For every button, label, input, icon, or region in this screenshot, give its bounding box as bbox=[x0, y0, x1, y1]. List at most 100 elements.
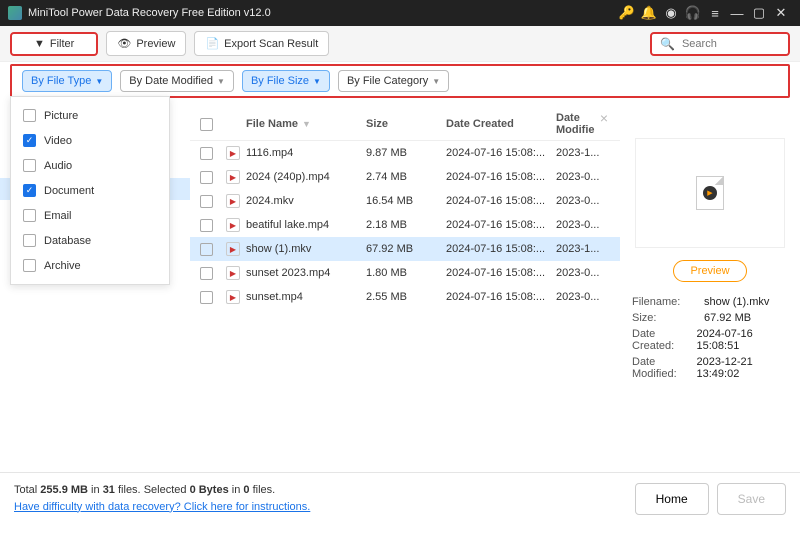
filter-by-size-label: By File Size bbox=[251, 75, 309, 87]
headset-icon[interactable]: 🎧 bbox=[682, 5, 704, 21]
meta-value: 2023-12-21 13:49:02 bbox=[697, 356, 789, 380]
cell-name: sunset 2023.mp4 bbox=[246, 267, 366, 279]
cell-size: 16.54 MB bbox=[366, 195, 446, 207]
checkbox[interactable]: ✓ bbox=[23, 184, 36, 197]
export-icon: 📄 bbox=[205, 37, 219, 50]
meta-row: Size:67.92 MB bbox=[632, 312, 788, 324]
row-checkbox[interactable] bbox=[200, 291, 213, 304]
row-checkbox[interactable] bbox=[200, 171, 213, 184]
sort-icon: ▼ bbox=[302, 119, 311, 129]
dropdown-label: Archive bbox=[44, 260, 81, 272]
cell-size: 2.18 MB bbox=[366, 219, 446, 231]
cell-modified: 2023-0... bbox=[556, 291, 606, 303]
checkbox[interactable] bbox=[23, 209, 36, 222]
meta-value: show (1).mkv bbox=[704, 296, 769, 308]
filter-by-date[interactable]: By Date Modified▼ bbox=[120, 70, 234, 92]
cell-created: 2024-07-16 15:08:... bbox=[446, 195, 556, 207]
file-type-dropdown[interactable]: Picture✓VideoAudio ✓ Document Email Database… bbox=[10, 96, 170, 285]
meta-key: Size: bbox=[632, 312, 704, 324]
maximize-icon[interactable]: ▢ bbox=[748, 5, 770, 21]
save-button[interactable]: Save bbox=[717, 483, 786, 515]
cell-created: 2024-07-16 15:08:... bbox=[446, 291, 556, 303]
checkbox[interactable] bbox=[23, 259, 36, 272]
user-icon[interactable]: ◉ bbox=[660, 5, 682, 21]
filter-by-category[interactable]: By File Category▼ bbox=[338, 70, 449, 92]
dropdown-item[interactable]: Email bbox=[11, 203, 169, 228]
video-file-icon: ▶ bbox=[226, 146, 240, 160]
bell-icon[interactable]: 🔔 bbox=[638, 5, 660, 21]
checkbox[interactable] bbox=[23, 109, 36, 122]
video-file-icon: ▶ bbox=[226, 242, 240, 256]
play-icon: ▶ bbox=[703, 186, 717, 200]
cell-modified: 2023-0... bbox=[556, 267, 606, 279]
checkbox[interactable] bbox=[23, 234, 36, 247]
export-button[interactable]: 📄 Export Scan Result bbox=[194, 31, 329, 56]
dropdown-item[interactable]: Database bbox=[11, 228, 169, 253]
cell-size: 2.55 MB bbox=[366, 291, 446, 303]
checkbox[interactable]: ✓ bbox=[23, 134, 36, 147]
table-row[interactable]: ▶ sunset 2023.mp4 1.80 MB 2024-07-16 15:… bbox=[190, 261, 620, 285]
cell-created: 2024-07-16 15:08:... bbox=[446, 171, 556, 183]
row-checkbox[interactable] bbox=[200, 243, 213, 256]
close-panel-icon[interactable]: × bbox=[600, 110, 608, 126]
totals-text: Total 255.9 MB in 31 files. Selected 0 B… bbox=[14, 482, 310, 499]
filter-button[interactable]: ▼ Filter bbox=[10, 32, 98, 56]
help-link[interactable]: Have difficulty with data recovery? Clic… bbox=[14, 501, 310, 513]
dropdown-item[interactable]: Archive bbox=[11, 253, 169, 278]
table-header: File Name ▼ Size Date Created Date Modifi… bbox=[190, 108, 620, 141]
close-icon[interactable]: ✕ bbox=[770, 5, 792, 21]
filter-bar: By File Type▼ By Date Modified▼ By File … bbox=[10, 64, 790, 98]
col-name[interactable]: File Name bbox=[246, 118, 298, 130]
filter-by-category-label: By File Category bbox=[347, 75, 428, 87]
cell-size: 9.87 MB bbox=[366, 147, 446, 159]
col-modified[interactable]: Date Modifie bbox=[556, 112, 606, 136]
cell-created: 2024-07-16 15:08:... bbox=[446, 219, 556, 231]
table-row[interactable]: ▶ 2024 (240p).mp4 2.74 MB 2024-07-16 15:… bbox=[190, 165, 620, 189]
preview-file-button[interactable]: Preview bbox=[673, 260, 746, 282]
dropdown-label: Email bbox=[44, 210, 72, 222]
preview-button[interactable]: 👁 Preview bbox=[106, 31, 186, 56]
video-file-icon: ▶ bbox=[226, 194, 240, 208]
video-file-icon: ▶ bbox=[226, 218, 240, 232]
cell-size: 1.80 MB bbox=[366, 267, 446, 279]
dropdown-item[interactable]: ✓ Document bbox=[11, 178, 169, 203]
filter-label: Filter bbox=[50, 38, 74, 50]
table-row[interactable]: ▶ beatiful lake.mp4 2.18 MB 2024-07-16 1… bbox=[190, 213, 620, 237]
caret-icon: ▼ bbox=[217, 77, 225, 86]
cell-modified: 2023-1... bbox=[556, 243, 606, 255]
cell-name: 2024.mkv bbox=[246, 195, 366, 207]
row-checkbox[interactable] bbox=[200, 219, 213, 232]
checkbox[interactable] bbox=[23, 159, 36, 172]
cell-size: 2.74 MB bbox=[366, 171, 446, 183]
search-box[interactable]: 🔍 bbox=[650, 32, 790, 56]
minimize-icon[interactable]: — bbox=[726, 6, 748, 21]
row-checkbox[interactable] bbox=[200, 267, 213, 280]
cell-modified: 2023-0... bbox=[556, 195, 606, 207]
col-size[interactable]: Size bbox=[366, 118, 446, 130]
filter-by-type[interactable]: By File Type▼ bbox=[22, 70, 112, 92]
filter-by-type-label: By File Type bbox=[31, 75, 91, 87]
dropdown-item[interactable]: Audio bbox=[11, 153, 169, 178]
dropdown-label: Document bbox=[44, 185, 94, 197]
table-row[interactable]: ▶ 2024.mkv 16.54 MB 2024-07-16 15:08:...… bbox=[190, 189, 620, 213]
menu-icon[interactable]: ≡ bbox=[704, 6, 726, 21]
key-icon[interactable]: 🔑 bbox=[616, 5, 638, 21]
filter-by-size[interactable]: By File Size▼ bbox=[242, 70, 330, 92]
table-row[interactable]: ▶ sunset.mp4 2.55 MB 2024-07-16 15:08:..… bbox=[190, 285, 620, 309]
cell-modified: 2023-0... bbox=[556, 219, 606, 231]
row-checkbox[interactable] bbox=[200, 195, 213, 208]
cell-created: 2024-07-16 15:08:... bbox=[446, 243, 556, 255]
home-button[interactable]: Home bbox=[635, 483, 709, 515]
table-row[interactable]: ▶ show (1).mkv 67.92 MB 2024-07-16 15:08… bbox=[190, 237, 620, 261]
row-checkbox[interactable] bbox=[200, 147, 213, 160]
cell-created: 2024-07-16 15:08:... bbox=[446, 147, 556, 159]
search-input[interactable] bbox=[680, 37, 780, 51]
col-created[interactable]: Date Created bbox=[446, 118, 556, 130]
select-all-checkbox[interactable] bbox=[200, 118, 213, 131]
cell-name: show (1).mkv bbox=[246, 243, 366, 255]
table-row[interactable]: ▶ 1116.mp4 9.87 MB 2024-07-16 15:08:... … bbox=[190, 141, 620, 165]
dropdown-item[interactable]: Picture bbox=[11, 103, 169, 128]
meta-key: Filename: bbox=[632, 296, 704, 308]
dropdown-item[interactable]: ✓Video bbox=[11, 128, 169, 153]
video-file-icon: ▶ bbox=[226, 170, 240, 184]
